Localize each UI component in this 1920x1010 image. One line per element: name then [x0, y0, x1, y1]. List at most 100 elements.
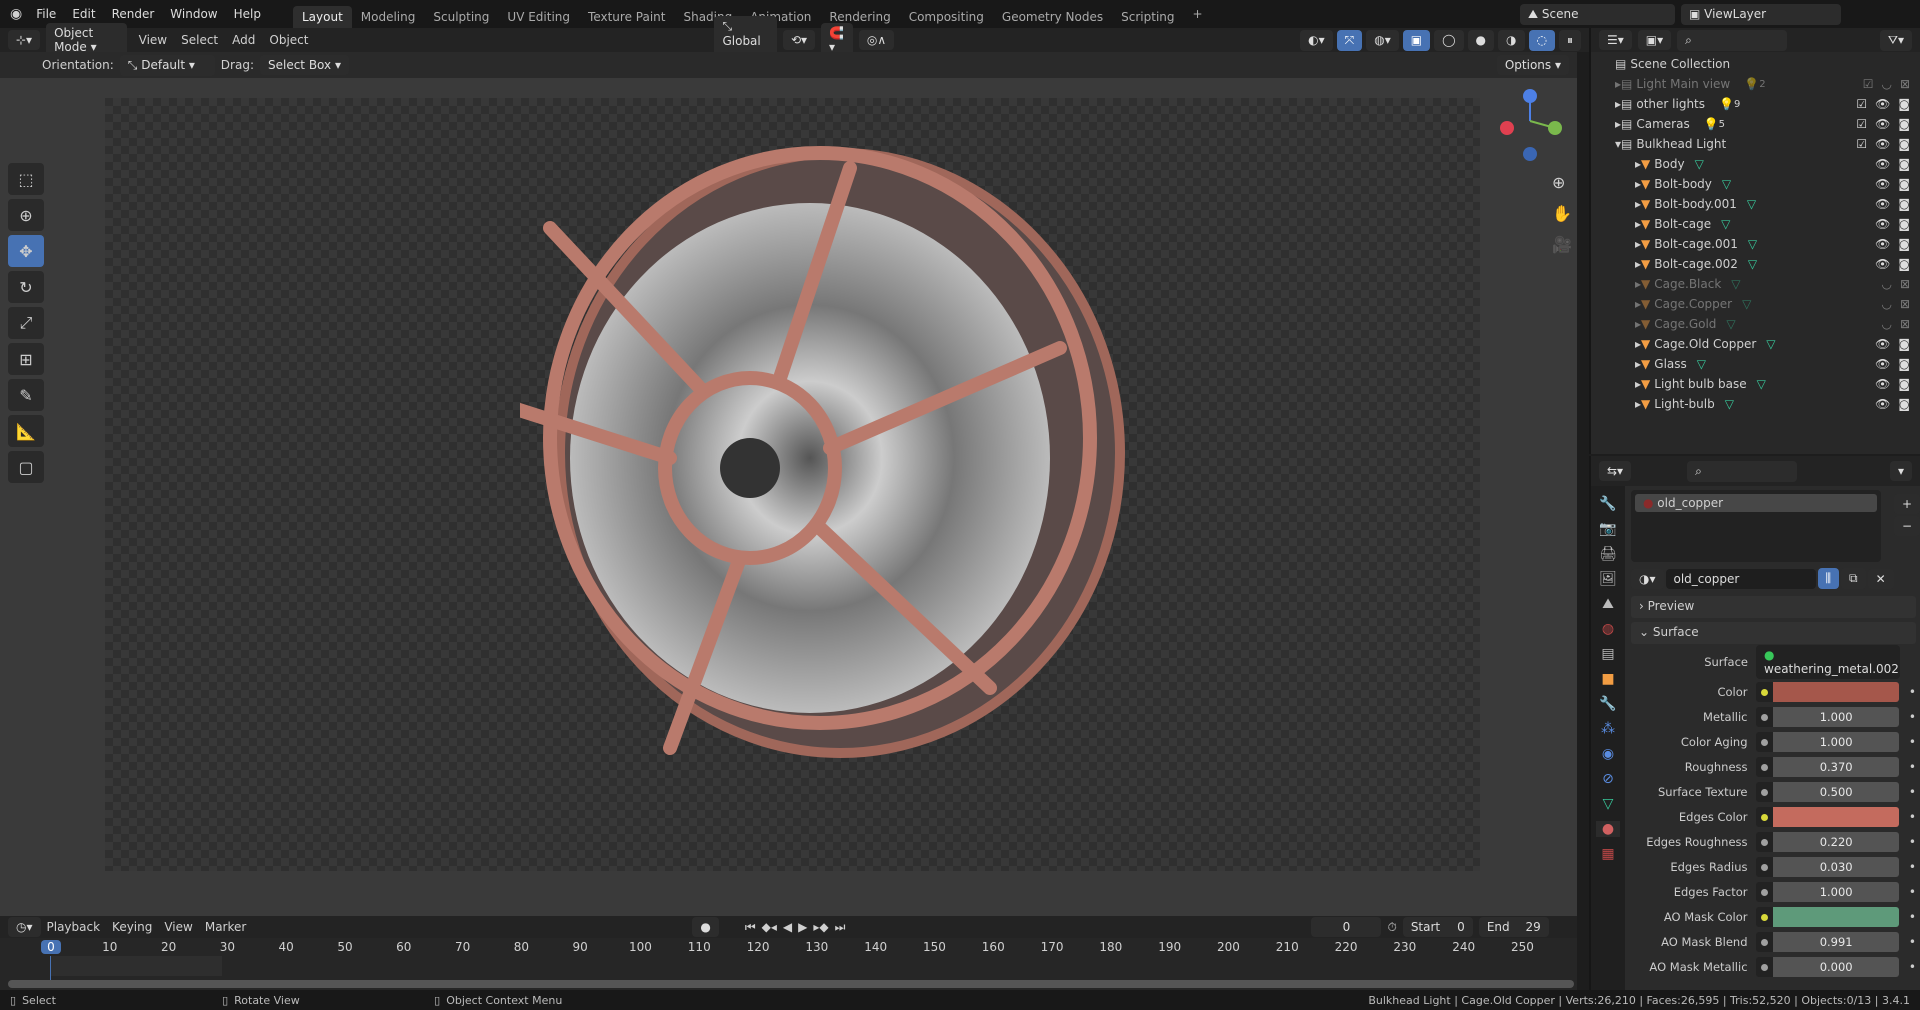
- object-row[interactable]: ▸ ▼ Bolt-cage.002 ▽ 👁 ◙: [1591, 254, 1920, 274]
- camera-icon[interactable]: ◙: [1898, 397, 1910, 411]
- eye-icon[interactable]: 👁: [1875, 357, 1890, 371]
- viewport-menu-add[interactable]: Add: [232, 33, 255, 47]
- properties-editor-type-button[interactable]: ⇆▾: [1599, 461, 1632, 481]
- data-tab-icon[interactable]: ▽: [1596, 796, 1620, 812]
- socket-button[interactable]: [1755, 732, 1774, 752]
- object-row[interactable]: ▸ ▼ Bolt-body ▽ 👁 ◙: [1591, 174, 1920, 194]
- collection-row[interactable]: ▾ ▤ Bulkhead Light ☑ 👁 ◙: [1591, 134, 1920, 154]
- drag-selector[interactable]: Select Box ▾: [259, 55, 349, 75]
- render-disabled-icon[interactable]: ⊠: [1900, 277, 1910, 291]
- render-tab-icon[interactable]: 📷: [1596, 521, 1620, 537]
- keyframe-dot[interactable]: •: [1909, 885, 1916, 899]
- camera-icon[interactable]: ◙: [1898, 257, 1910, 271]
- color-swatch[interactable]: [1773, 907, 1899, 927]
- scene-collection-row[interactable]: ▤ Scene Collection: [1591, 54, 1920, 74]
- eye-icon[interactable]: 👁: [1875, 397, 1890, 411]
- menu-file[interactable]: File: [28, 7, 64, 21]
- end-frame-field[interactable]: End 29: [1478, 917, 1549, 937]
- object-tab-icon[interactable]: ■: [1596, 671, 1620, 687]
- browse-material-button[interactable]: ◑▾: [1631, 568, 1664, 589]
- annotate-tool-icon[interactable]: ✎: [8, 379, 44, 411]
- socket-button[interactable]: [1755, 832, 1774, 852]
- keyframe-dot[interactable]: •: [1909, 960, 1916, 974]
- add-slot-button[interactable]: +: [1894, 494, 1920, 514]
- timeline-menu-playback[interactable]: Playback: [47, 920, 101, 934]
- rotate-tool-icon[interactable]: ↻: [8, 271, 44, 303]
- eye-icon[interactable]: 👁: [1875, 177, 1890, 191]
- options-button[interactable]: Options ▾: [1496, 55, 1569, 75]
- menu-window[interactable]: Window: [162, 7, 225, 21]
- view-layer-tab-icon[interactable]: 🖼: [1596, 571, 1620, 587]
- timeline-scrollbar[interactable]: [8, 980, 1574, 988]
- eye-icon[interactable]: 👁: [1875, 117, 1890, 131]
- tab-layout[interactable]: Layout: [292, 6, 352, 28]
- camera-icon[interactable]: ◙: [1898, 137, 1910, 151]
- navigation-gizmo[interactable]: [1495, 86, 1565, 166]
- object-row[interactable]: ▸ ▼ Bolt-cage.001 ▽ 👁 ◙: [1591, 234, 1920, 254]
- value-slider[interactable]: 0.030: [1773, 857, 1899, 877]
- color-swatch[interactable]: [1773, 682, 1899, 702]
- tool-tab-icon[interactable]: 🔧: [1596, 496, 1620, 512]
- surface-panel-header[interactable]: ⌄ Surface: [1631, 622, 1916, 644]
- auto-keying-button[interactable]: ●: [692, 917, 719, 937]
- duplicate-material-button[interactable]: ⧉: [1841, 568, 1866, 589]
- properties-options-button[interactable]: ▾: [1889, 461, 1912, 481]
- keyframe-dot[interactable]: •: [1909, 735, 1916, 749]
- socket-button[interactable]: [1755, 757, 1774, 777]
- pause-render-button[interactable]: ⏸: [1559, 29, 1582, 51]
- view-layer-filter-button[interactable]: ▣▾: [1637, 30, 1672, 50]
- 3d-viewport[interactable]: ⬚ ⊕ ✥ ↻ ⤢ ⊞ ✎ 📐 ▢ ⊕ ✋ 🎥: [0, 78, 1577, 916]
- rendered-shading-button[interactable]: ◌: [1528, 29, 1555, 51]
- start-frame-field[interactable]: Start 0: [1402, 917, 1473, 937]
- eye-icon[interactable]: 👁: [1875, 217, 1890, 231]
- physics-tab-icon[interactable]: ◉: [1596, 746, 1620, 762]
- tab-modeling[interactable]: Modeling: [352, 6, 425, 28]
- zoom-icon[interactable]: ⊕: [1552, 173, 1572, 192]
- eye-icon[interactable]: 👁: [1875, 137, 1890, 151]
- visibility-button[interactable]: ◐▾: [1300, 29, 1333, 51]
- object-row[interactable]: ▸ ▼ Cage.Black ▽ ◡ ⊠: [1591, 274, 1920, 294]
- play-reverse-icon[interactable]: ◀: [783, 920, 792, 935]
- next-keyframe-icon[interactable]: ▸◆: [813, 920, 828, 935]
- move-tool-icon[interactable]: ✥: [8, 235, 44, 267]
- keyframe-dot[interactable]: •: [1909, 910, 1916, 924]
- transform-tool-icon[interactable]: ⊞: [8, 343, 44, 375]
- keyframe-dot[interactable]: •: [1909, 710, 1916, 724]
- value-slider[interactable]: 0.500: [1773, 782, 1899, 802]
- orientation-selector[interactable]: ⤡ Default ▾: [119, 54, 215, 76]
- playhead-line[interactable]: [50, 956, 51, 980]
- view-layer-selector[interactable]: ▣ ViewLayer: [1681, 3, 1841, 25]
- collection-row[interactable]: ▸ ▤ Cameras 💡 5 ☑ 👁 ◙: [1591, 114, 1920, 134]
- viewport-menu-select[interactable]: Select: [181, 33, 218, 47]
- viewport-menu-object[interactable]: Object: [269, 33, 308, 47]
- eye-icon[interactable]: 👁: [1875, 97, 1890, 111]
- solid-shading-button[interactable]: ●: [1467, 29, 1495, 51]
- scene-tab-icon[interactable]: ⛰: [1596, 596, 1620, 612]
- measure-tool-icon[interactable]: 📐: [8, 415, 44, 447]
- value-slider[interactable]: 0.220: [1773, 832, 1899, 852]
- menu-help[interactable]: Help: [226, 7, 269, 21]
- scale-tool-icon[interactable]: ⤢: [8, 307, 44, 339]
- value-slider[interactable]: 0.000: [1773, 957, 1899, 977]
- eye-icon[interactable]: 👁: [1875, 157, 1890, 171]
- socket-button[interactable]: [1755, 932, 1774, 952]
- add-workspace-button[interactable]: +: [1184, 3, 1212, 25]
- pan-hand-icon[interactable]: ✋: [1552, 204, 1572, 223]
- keyframe-dot[interactable]: •: [1909, 935, 1916, 949]
- object-row[interactable]: ▸ ▼ Light bulb base ▽ 👁 ◙: [1591, 374, 1920, 394]
- play-icon[interactable]: ▶: [798, 920, 807, 935]
- material-slot-item[interactable]: ● old_copper: [1635, 494, 1877, 512]
- world-tab-icon[interactable]: ◍: [1596, 621, 1620, 637]
- socket-button[interactable]: [1755, 807, 1774, 827]
- menu-render[interactable]: Render: [104, 7, 163, 21]
- camera-icon[interactable]: ◙: [1898, 357, 1910, 371]
- exclude-checkbox[interactable]: ☑: [1856, 117, 1867, 131]
- collection-row[interactable]: ▸ ▤ Light Main view 💡 2 ☑ ◡ ⊠: [1591, 74, 1920, 94]
- tab-texture-paint[interactable]: Texture Paint: [579, 6, 674, 28]
- add-cube-tool-icon[interactable]: ▢: [8, 451, 44, 483]
- modifier-tab-icon[interactable]: 🔧: [1596, 696, 1620, 712]
- object-row[interactable]: ▸ ▼ Bolt-cage ▽ 👁 ◙: [1591, 214, 1920, 234]
- socket-button[interactable]: [1755, 957, 1774, 977]
- material-shading-button[interactable]: ◑: [1498, 29, 1525, 51]
- object-row[interactable]: ▸ ▼ Bolt-body.001 ▽ 👁 ◙: [1591, 194, 1920, 214]
